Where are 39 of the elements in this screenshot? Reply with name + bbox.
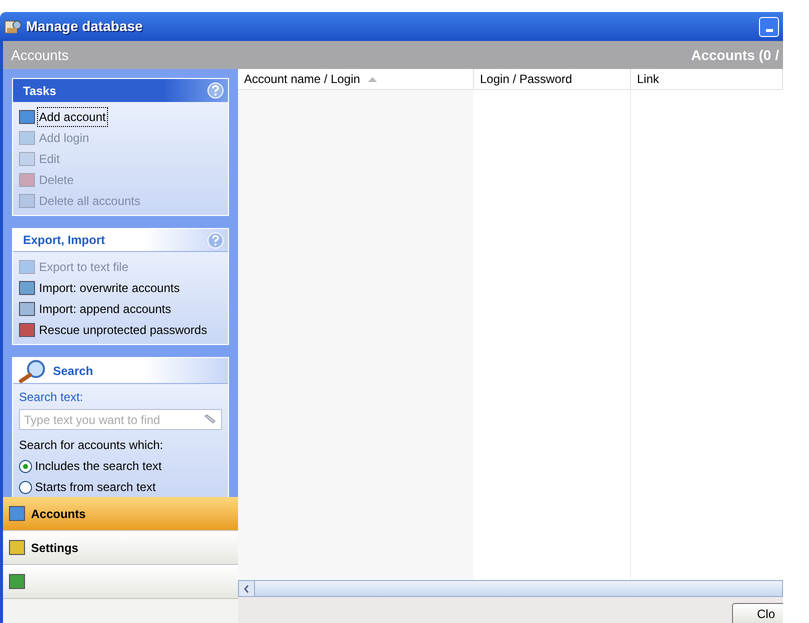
task-icon xyxy=(19,152,35,166)
nav-icon xyxy=(9,574,25,589)
task-link[interactable]: Add account xyxy=(38,108,107,126)
task-icon xyxy=(19,322,35,336)
task-icon xyxy=(19,280,35,294)
task-link[interactable]: Import: append accounts xyxy=(38,300,172,318)
question-text: Search for accounts which: xyxy=(19,437,164,454)
column-header[interactable]: Account name / Login xyxy=(238,69,474,89)
radio-button[interactable] xyxy=(19,480,32,494)
help-icon[interactable] xyxy=(207,82,224,99)
minimize-button[interactable] xyxy=(759,16,779,36)
radio-button[interactable] xyxy=(19,460,32,472)
search-field[interactable]: Type text you want to find xyxy=(19,409,222,430)
header-title: Accounts xyxy=(11,46,69,64)
app-icon xyxy=(4,18,22,34)
header-title: Accounts (0 / xyxy=(691,46,779,65)
eraser-icon xyxy=(203,414,217,426)
nav-button[interactable]: Settings xyxy=(3,531,238,565)
magnifier-icon xyxy=(17,358,47,382)
window-title: Manage database xyxy=(26,17,143,36)
task-link[interactable]: Rescue unprotected passwords xyxy=(38,320,208,338)
task-icon xyxy=(19,172,35,186)
nav-icon xyxy=(9,540,25,555)
task-icon xyxy=(19,194,35,208)
task-icon xyxy=(19,130,35,144)
task-link[interactable]: Import: overwrite accounts xyxy=(38,278,181,296)
column-header[interactable]: Link xyxy=(631,69,783,89)
column-header[interactable]: Login / Password xyxy=(474,69,631,89)
close-button[interactable]: Clo xyxy=(732,603,783,623)
nav-button[interactable]: Accounts xyxy=(3,497,238,531)
task-icon xyxy=(19,110,35,124)
task-icon xyxy=(19,302,35,316)
task-icon xyxy=(19,260,35,274)
nav-icon xyxy=(9,506,25,521)
option-label[interactable]: Includes the search text xyxy=(35,457,162,475)
field-label: Search text: xyxy=(19,389,84,406)
sort-icon xyxy=(368,76,378,82)
scroll-left-button[interactable] xyxy=(239,581,255,596)
option-label[interactable]: Starts from search text xyxy=(35,478,156,496)
